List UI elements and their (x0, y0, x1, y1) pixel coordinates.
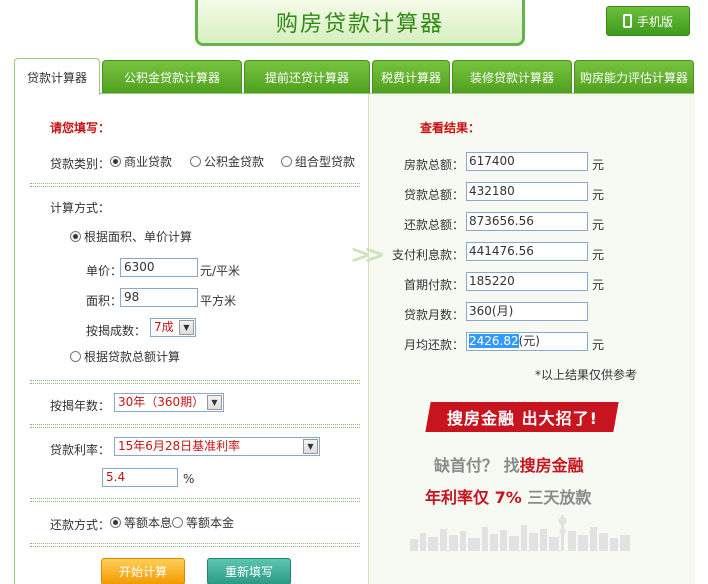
results-section-title: 查看结果： (420, 121, 481, 135)
page-title-box: 购房贷款计算器 (195, 0, 525, 46)
tab-loan-calculator[interactable]: 贷款计算器 (14, 58, 100, 95)
result-unit: 元 (592, 338, 605, 352)
ratio-select[interactable]: 7成 ▼ (150, 318, 196, 337)
divider (30, 543, 360, 544)
tab-housing-fund-calculator[interactable]: 公积金贷款计算器 (102, 60, 242, 94)
radio-selected-icon (110, 517, 121, 528)
tab-affordability-calculator[interactable]: 购房能力评估计算器 (574, 60, 694, 94)
rate-label: 贷款利率： (50, 443, 111, 457)
radio-icon (172, 517, 183, 528)
area-label: 面积： (86, 294, 123, 308)
divider (30, 498, 360, 499)
years-label: 按揭年数： (50, 399, 111, 413)
result-label-months: 贷款月数： (403, 308, 464, 322)
result-repay-total[interactable]: 873656.56 (466, 212, 588, 231)
repay-equal-installment[interactable]: 等额本息 (110, 514, 172, 531)
chevron-right-icon: >> (350, 240, 385, 270)
area-unit: 平方米 (200, 294, 237, 308)
result-interest[interactable]: 441476.56 (466, 242, 588, 261)
divider (30, 501, 360, 502)
calculator-app: 购房贷款计算器 手机版 贷款计算器 公积金贷款计算器 提前还贷计算器 税费计算器… (0, 0, 708, 584)
radio-icon (281, 156, 292, 167)
mobile-version-button[interactable]: 手机版 (606, 6, 690, 36)
result-loan-total[interactable]: 432180 (466, 182, 588, 201)
result-disclaimer: *以上结果仅供参考 (535, 368, 638, 382)
unit-price-unit: 元/平米 (200, 264, 241, 278)
divider (30, 380, 360, 381)
result-label-house-total: 房款总额： (403, 158, 464, 172)
tab-renovation-loan-calculator[interactable]: 装修贷款计算器 (452, 60, 572, 94)
tab-prepayment-calculator[interactable]: 提前还贷计算器 (244, 60, 370, 94)
rate-select[interactable]: 15年6月28日基准利率 ▼ (114, 437, 320, 456)
loan-type-housing-fund[interactable]: 公积金贷款 (190, 153, 264, 170)
divider (30, 186, 360, 187)
result-monthly-payment[interactable]: 2426.82(元) (466, 332, 588, 351)
result-down-payment[interactable]: 185220 (466, 272, 588, 291)
page-title: 购房贷款计算器 (275, 11, 444, 37)
divider (30, 183, 360, 184)
reset-button[interactable]: 重新填写 (207, 558, 291, 584)
divider (30, 424, 360, 425)
result-unit: 元 (592, 248, 605, 262)
repay-label: 还款方式： (50, 518, 111, 532)
result-label-down-payment: 首期付款： (403, 278, 464, 292)
phone-icon (622, 14, 632, 28)
radio-selected-icon (110, 156, 121, 167)
divider (30, 546, 360, 547)
rate-input[interactable]: 5.4 (102, 468, 178, 487)
repay-equal-principal[interactable]: 等额本金 (172, 514, 234, 531)
result-unit: 元 (592, 188, 605, 202)
ratio-label: 按揭成数： (86, 324, 147, 338)
loan-type-label: 贷款类别： (50, 157, 111, 171)
ad-tagline-1[interactable]: 缺首付？ 找搜房金融 (434, 452, 584, 476)
years-select[interactable]: 30年（360期） ▼ (114, 393, 224, 412)
selected-text: 2426.82 (469, 334, 519, 348)
result-unit: 元 (592, 158, 605, 172)
city-skyline-icon (410, 515, 630, 551)
result-label-repay-total: 还款总额： (403, 218, 464, 232)
ad-banner[interactable]: 搜房金融 出大招了! (425, 402, 619, 432)
divider (30, 427, 360, 428)
method-by-area-price[interactable]: 根据面积、单价计算 (70, 228, 192, 245)
radio-selected-icon (70, 231, 81, 242)
area-input[interactable]: 98 (120, 288, 198, 307)
result-label-loan-total: 贷款总额： (403, 188, 464, 202)
chevron-down-icon: ▼ (179, 320, 194, 335)
start-calculation-button[interactable]: 开始计算 (101, 558, 185, 584)
chevron-down-icon: ▼ (303, 439, 318, 454)
result-unit: 元 (592, 218, 605, 232)
chevron-down-icon: ▼ (207, 395, 222, 410)
radio-icon (70, 351, 81, 362)
mobile-version-label: 手机版 (636, 14, 673, 29)
unit-price-input[interactable]: 6300 (120, 258, 198, 277)
radio-icon (190, 156, 201, 167)
calc-method-label: 计算方式： (50, 201, 111, 215)
loan-type-combined[interactable]: 组合型贷款 (281, 153, 355, 170)
result-unit: 元 (592, 278, 605, 292)
method-by-loan-total[interactable]: 根据贷款总额计算 (70, 348, 180, 365)
rate-unit: % (183, 472, 195, 486)
result-months[interactable]: 360(月) (466, 302, 588, 321)
tab-tax-calculator[interactable]: 税费计算器 (372, 60, 450, 94)
form-section-title: 请您填写： (50, 121, 111, 135)
result-house-total[interactable]: 617400 (466, 152, 588, 171)
calculator-tabs: 贷款计算器 公积金贷款计算器 提前还贷计算器 税费计算器 装修贷款计算器 购房能… (14, 58, 694, 95)
loan-type-commercial[interactable]: 商业贷款 (110, 153, 172, 170)
result-label-monthly-payment: 月均还款： (403, 338, 464, 352)
divider (30, 383, 360, 384)
unit-price-label: 单价： (86, 264, 123, 278)
